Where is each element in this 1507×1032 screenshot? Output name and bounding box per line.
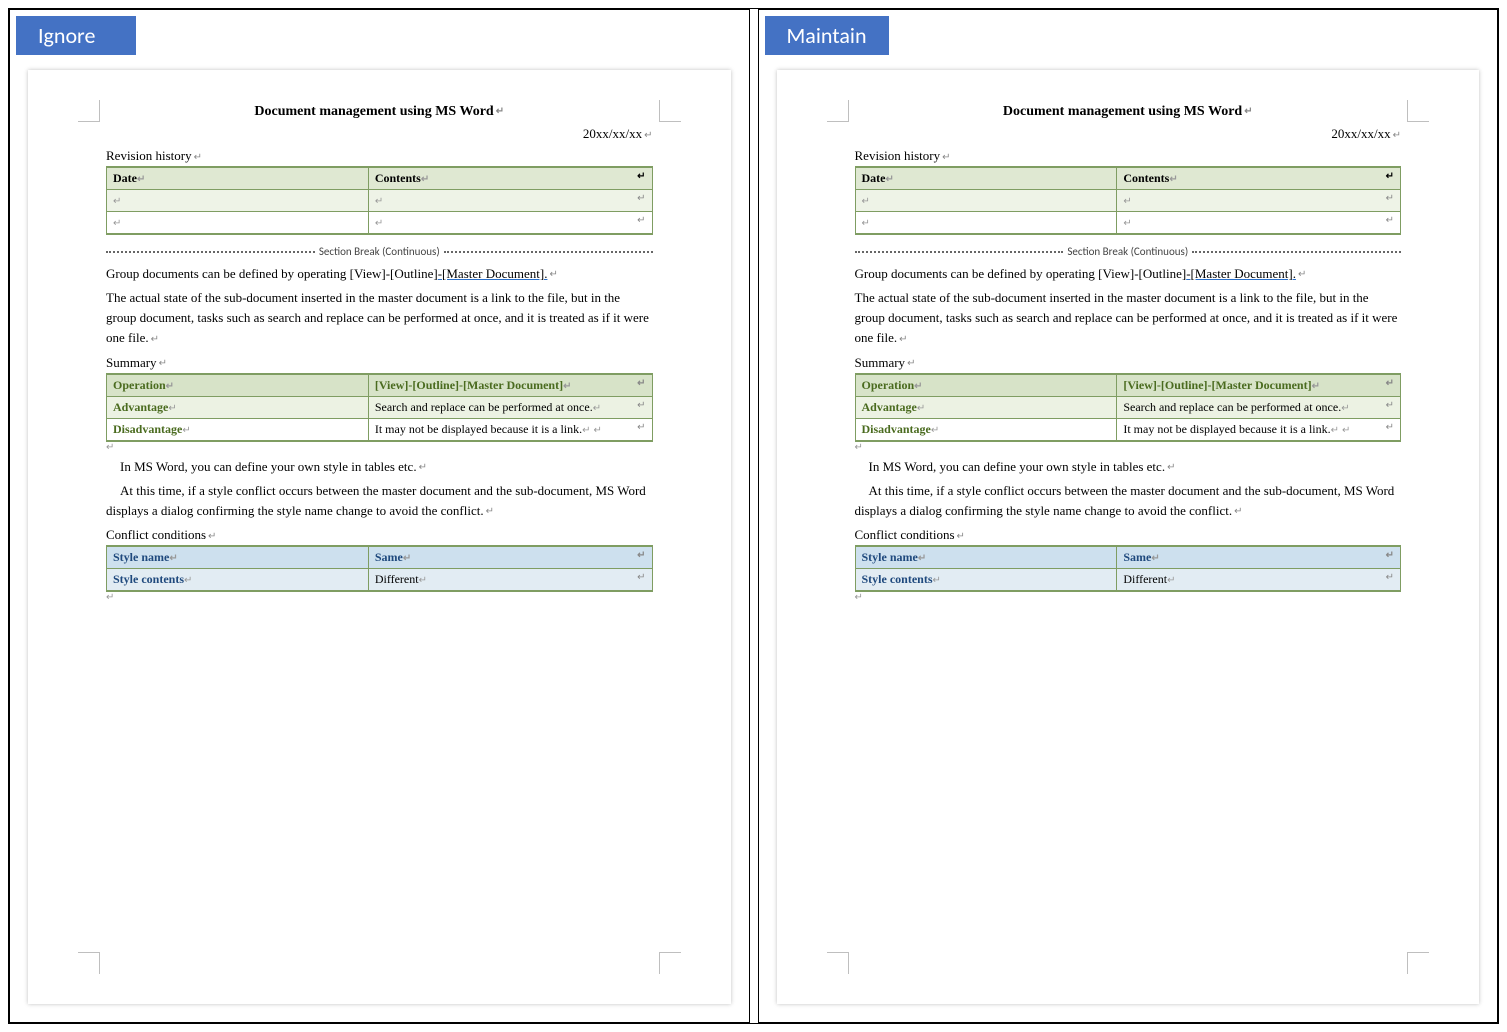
right-pane: Maintain Document management using MS Wo… bbox=[758, 9, 1499, 1023]
summary-advantage-value: Search and replace can be performed at o… bbox=[1117, 396, 1380, 418]
row-end-mark: ↵ bbox=[1380, 546, 1401, 569]
col-contents: Contents↵ bbox=[368, 167, 631, 190]
crop-mark-icon bbox=[827, 952, 849, 974]
conflict-contents-label: Style contents↵ bbox=[855, 568, 1117, 591]
summary-table: Operation↵ [View]-[Outline]-[Master Docu… bbox=[106, 373, 653, 442]
paragraph-mark: ↵ bbox=[106, 442, 653, 453]
body-paragraph: Group documents can be defined by operat… bbox=[106, 264, 653, 284]
summary-operation-value: [View]-[Outline]-[Master Document]↵ bbox=[368, 374, 631, 397]
col-date: Date↵ bbox=[107, 167, 369, 190]
body-paragraph: In MS Word, you can define your own styl… bbox=[855, 457, 1402, 477]
left-pane-label: Ignore bbox=[16, 16, 136, 55]
crop-mark-icon bbox=[1407, 952, 1429, 974]
row-end-mark: ↵ bbox=[1380, 167, 1401, 190]
col-date: Date↵ bbox=[855, 167, 1117, 190]
summary-advantage-value: Search and replace can be performed at o… bbox=[368, 396, 631, 418]
table-cell: ↵ bbox=[368, 212, 631, 235]
compare-container: Ignore Document management using MS Word… bbox=[8, 8, 1499, 1024]
row-end-mark: ↵ bbox=[1380, 396, 1401, 418]
conflict-conditions-label: Conflict conditions bbox=[106, 527, 653, 543]
summary-operation-value: [View]-[Outline]-[Master Document]↵ bbox=[1117, 374, 1380, 397]
col-contents: Contents↵ bbox=[1117, 167, 1380, 190]
table-cell: ↵ bbox=[107, 212, 369, 235]
body-paragraph: At this time, if a style conflict occurs… bbox=[855, 481, 1402, 521]
body-paragraph: In MS Word, you can define your own styl… bbox=[106, 457, 653, 477]
conflict-conditions-label: Conflict conditions bbox=[855, 527, 1402, 543]
table-cell: ↵ bbox=[855, 212, 1117, 235]
paragraph-mark: ↵ bbox=[855, 592, 1402, 603]
body-paragraph: Group documents can be defined by operat… bbox=[855, 264, 1402, 284]
summary-table: Operation↵ [View]-[Outline]-[Master Docu… bbox=[855, 373, 1402, 442]
row-end-mark: ↵ bbox=[631, 568, 652, 591]
left-page: Document management using MS Word 20xx/x… bbox=[28, 70, 731, 1004]
revision-history-label: Revision history bbox=[106, 148, 653, 164]
row-end-mark: ↵ bbox=[631, 167, 652, 190]
summary-operation-label: Operation↵ bbox=[107, 374, 369, 397]
conflict-name-value: Same↵ bbox=[368, 546, 631, 569]
doc-date: 20xx/xx/xx bbox=[106, 126, 653, 142]
summary-advantage-label: Advantage↵ bbox=[855, 396, 1117, 418]
summary-label: Summary bbox=[855, 355, 1402, 371]
section-break: Section Break (Continuous) bbox=[855, 245, 1402, 258]
body-paragraph: At this time, if a style conflict occurs… bbox=[106, 481, 653, 521]
conflict-table: Style name↵ Same↵ ↵ Style contents↵ Diff… bbox=[855, 545, 1402, 592]
row-end-mark: ↵ bbox=[1380, 190, 1401, 212]
summary-disadvantage-value: It may not be displayed because it is a … bbox=[1117, 418, 1380, 441]
body-paragraph: The actual state of the sub-document ins… bbox=[106, 288, 653, 348]
conflict-name-label: Style name↵ bbox=[107, 546, 369, 569]
conflict-table: Style name↵ Same↵ ↵ Style contents↵ Diff… bbox=[106, 545, 653, 592]
revision-history-label: Revision history bbox=[855, 148, 1402, 164]
body-paragraph: The actual state of the sub-document ins… bbox=[855, 288, 1402, 348]
row-end-mark: ↵ bbox=[631, 374, 652, 397]
table-cell: ↵ bbox=[368, 190, 631, 212]
row-end-mark: ↵ bbox=[1380, 418, 1401, 441]
crop-mark-icon bbox=[78, 100, 100, 122]
summary-operation-label: Operation↵ bbox=[855, 374, 1117, 397]
right-pane-label: Maintain bbox=[765, 16, 889, 55]
crop-mark-icon bbox=[78, 952, 100, 974]
summary-disadvantage-value: It may not be displayed because it is a … bbox=[368, 418, 631, 441]
summary-disadvantage-label: Disadvantage↵ bbox=[855, 418, 1117, 441]
section-break: Section Break (Continuous) bbox=[106, 245, 653, 258]
doc-title: Document management using MS Word bbox=[855, 104, 1402, 120]
row-end-mark: ↵ bbox=[631, 396, 652, 418]
crop-mark-icon bbox=[1407, 100, 1429, 122]
table-cell: ↵ bbox=[1117, 212, 1380, 235]
crop-mark-icon bbox=[659, 952, 681, 974]
row-end-mark: ↵ bbox=[631, 190, 652, 212]
summary-label: Summary bbox=[106, 355, 653, 371]
row-end-mark: ↵ bbox=[631, 546, 652, 569]
revision-history-table: Date↵ Contents↵ ↵ ↵ ↵ ↵ ↵ ↵ ↵ bbox=[106, 166, 653, 235]
crop-mark-icon bbox=[659, 100, 681, 122]
summary-advantage-label: Advantage↵ bbox=[107, 396, 369, 418]
revision-history-table: Date↵ Contents↵ ↵ ↵ ↵ ↵ ↵ ↵ ↵ bbox=[855, 166, 1402, 235]
right-page: Document management using MS Word 20xx/x… bbox=[777, 70, 1480, 1004]
row-end-mark: ↵ bbox=[631, 212, 652, 235]
conflict-contents-value: Different↵ bbox=[1117, 568, 1380, 591]
conflict-contents-label: Style contents↵ bbox=[107, 568, 369, 591]
row-end-mark: ↵ bbox=[1380, 374, 1401, 397]
conflict-name-value: Same↵ bbox=[1117, 546, 1380, 569]
row-end-mark: ↵ bbox=[631, 418, 652, 441]
conflict-name-label: Style name↵ bbox=[855, 546, 1117, 569]
table-cell: ↵ bbox=[1117, 190, 1380, 212]
table-cell: ↵ bbox=[107, 190, 369, 212]
paragraph-mark: ↵ bbox=[855, 442, 1402, 453]
conflict-contents-value: Different↵ bbox=[368, 568, 631, 591]
row-end-mark: ↵ bbox=[1380, 568, 1401, 591]
left-pane: Ignore Document management using MS Word… bbox=[9, 9, 750, 1023]
doc-title: Document management using MS Word bbox=[106, 104, 653, 120]
doc-date: 20xx/xx/xx bbox=[855, 126, 1402, 142]
table-cell: ↵ bbox=[855, 190, 1117, 212]
summary-disadvantage-label: Disadvantage↵ bbox=[107, 418, 369, 441]
crop-mark-icon bbox=[827, 100, 849, 122]
paragraph-mark: ↵ bbox=[106, 592, 653, 603]
row-end-mark: ↵ bbox=[1380, 212, 1401, 235]
